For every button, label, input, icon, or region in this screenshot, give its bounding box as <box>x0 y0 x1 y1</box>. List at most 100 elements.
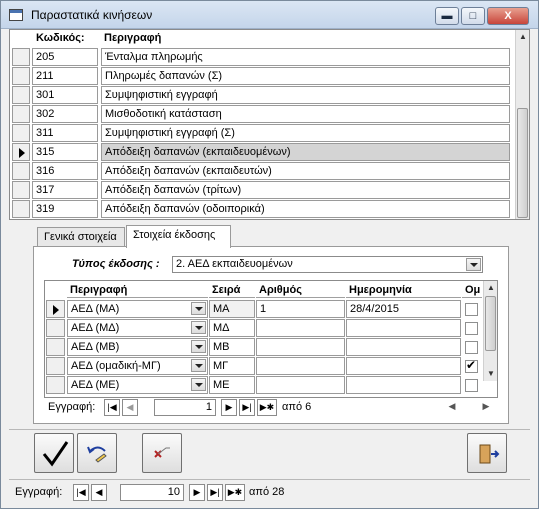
next-record-icon[interactable]: ▶ <box>189 484 205 501</box>
group-checkbox[interactable] <box>465 358 478 373</box>
series-description-select[interactable]: ΑΕΔ (ΜΑ) <box>67 300 208 318</box>
main-record-input[interactable]: 10 <box>120 484 184 501</box>
code-cell[interactable]: 211 <box>32 67 98 85</box>
chevron-down-icon[interactable] <box>191 378 206 391</box>
row-selector[interactable] <box>12 48 30 66</box>
subform-row[interactable]: ΑΕΔ (ΜΔ) ΜΔ <box>45 319 485 338</box>
list-row[interactable]: 311 Συμψηφιστική εγγραφή (Σ) <box>10 124 515 143</box>
description-cell[interactable]: Συμψηφιστική εγγραφή (Σ) <box>101 124 510 142</box>
row-selector[interactable] <box>12 105 30 123</box>
series-cell[interactable]: ΜΓ <box>209 357 255 375</box>
chevron-down-icon[interactable] <box>191 321 206 334</box>
subform-scrollbar[interactable]: ▲ ▼ <box>483 281 497 381</box>
group-checkbox[interactable] <box>465 379 478 392</box>
code-cell[interactable]: 315 <box>32 143 98 161</box>
new-record-icon[interactable]: ▶✱ <box>257 399 277 416</box>
series-cell[interactable]: ΜΒ <box>209 338 255 356</box>
previous-record-icon[interactable]: ◀ <box>91 484 107 501</box>
previous-record-icon[interactable]: ◀ <box>122 399 138 416</box>
series-description-select[interactable]: ΑΕΔ (ΜΒ) <box>67 338 208 356</box>
scroll-thumb[interactable] <box>517 108 528 218</box>
row-selector[interactable] <box>46 338 65 356</box>
row-selector[interactable] <box>46 300 65 318</box>
save-button[interactable] <box>34 433 74 473</box>
scroll-right-icon[interactable]: ▶ <box>478 399 494 416</box>
row-selector[interactable] <box>12 162 30 180</box>
number-cell[interactable] <box>256 338 345 356</box>
chevron-down-icon[interactable] <box>466 258 481 271</box>
series-cell[interactable]: ΜΔ <box>209 319 255 337</box>
next-record-icon[interactable]: ▶ <box>221 399 237 416</box>
series-cell[interactable]: ΜΕ <box>209 376 255 394</box>
maximize-button[interactable]: □ <box>461 7 485 25</box>
list-row[interactable]: 319 Απόδειξη δαπανών (οδοιπορικά) <box>10 200 515 219</box>
date-cell[interactable] <box>346 338 461 356</box>
number-cell[interactable] <box>256 357 345 375</box>
exit-button[interactable] <box>467 433 507 473</box>
scroll-down-icon[interactable]: ▼ <box>484 367 497 381</box>
row-selector[interactable] <box>46 376 65 394</box>
subform-row[interactable]: ΑΕΔ (ΜΑ) ΜΑ 1 28/4/2015 <box>45 300 485 319</box>
row-selector[interactable] <box>12 200 30 218</box>
code-cell[interactable]: 301 <box>32 86 98 104</box>
row-selector[interactable] <box>12 86 30 104</box>
chevron-down-icon[interactable] <box>191 302 206 315</box>
description-cell[interactable]: Απόδειξη δαπανών (εκπαιδευτών) <box>101 162 510 180</box>
list-row[interactable]: 302 Μισθοδοτική κατάσταση <box>10 105 515 124</box>
code-cell[interactable]: 319 <box>32 200 98 218</box>
series-description-select[interactable]: ΑΕΔ (ΜΕ) <box>67 376 208 394</box>
description-cell[interactable]: Απόδειξη δαπανών (οδοιπορικά) <box>101 200 510 218</box>
tab-issue-details[interactable]: Στοιχεία έκδοσης <box>126 225 231 248</box>
issue-type-select[interactable]: 2. ΑΕΔ εκπαιδευομένων <box>172 256 483 273</box>
list-row[interactable]: 301 Συμψηφιστική εγγραφή <box>10 86 515 105</box>
date-cell[interactable] <box>346 357 461 375</box>
description-cell[interactable]: Απόδειξη δαπανών (εκπαιδευομένων) <box>101 143 510 161</box>
number-cell[interactable] <box>256 376 345 394</box>
subform-row[interactable]: ΑΕΔ (ομαδική-ΜΓ) ΜΓ <box>45 357 485 376</box>
series-cell[interactable]: ΜΑ <box>209 300 255 318</box>
row-selector[interactable] <box>12 143 30 161</box>
scroll-up-icon[interactable]: ▲ <box>516 30 529 44</box>
series-description-select[interactable]: ΑΕΔ (ομαδική-ΜΓ) <box>67 357 208 375</box>
first-record-icon[interactable]: |◀ <box>73 484 89 501</box>
subform-row[interactable]: ΑΕΔ (ΜΕ) ΜΕ <box>45 376 485 395</box>
date-cell[interactable]: 28/4/2015 <box>346 300 461 318</box>
last-record-icon[interactable]: ▶| <box>239 399 255 416</box>
row-selector[interactable] <box>12 67 30 85</box>
scroll-thumb[interactable] <box>485 296 496 351</box>
scroll-left-icon[interactable]: ◀ <box>444 399 460 416</box>
description-cell[interactable]: Απόδειξη δαπανών (τρίτων) <box>101 181 510 199</box>
delete-button[interactable] <box>142 433 182 473</box>
subform-row[interactable]: ΑΕΔ (ΜΒ) ΜΒ <box>45 338 485 357</box>
date-cell[interactable] <box>346 319 461 337</box>
list-row[interactable]: 205 Ένταλμα πληρωμής <box>10 48 515 67</box>
chevron-down-icon[interactable] <box>191 340 206 353</box>
list-row[interactable]: 211 Πληρωμές δαπανών (Σ) <box>10 67 515 86</box>
tab-general[interactable]: Γενικά στοιχεία <box>37 227 125 247</box>
group-checkbox[interactable] <box>465 341 478 354</box>
code-cell[interactable]: 311 <box>32 124 98 142</box>
code-cell[interactable]: 205 <box>32 48 98 66</box>
date-cell[interactable] <box>346 376 461 394</box>
subform-record-input[interactable]: 1 <box>154 399 216 416</box>
group-checkbox[interactable] <box>465 303 478 316</box>
scroll-up-icon[interactable]: ▲ <box>484 281 497 295</box>
group-checkbox[interactable] <box>465 322 478 335</box>
list-row[interactable]: 316 Απόδειξη δαπανών (εκπαιδευτών) <box>10 162 515 181</box>
code-cell[interactable]: 317 <box>32 181 98 199</box>
code-cell[interactable]: 316 <box>32 162 98 180</box>
number-cell[interactable]: 1 <box>256 300 345 318</box>
description-cell[interactable]: Ένταλμα πληρωμής <box>101 48 510 66</box>
last-record-icon[interactable]: ▶| <box>207 484 223 501</box>
description-cell[interactable]: Πληρωμές δαπανών (Σ) <box>101 67 510 85</box>
row-selector[interactable] <box>12 124 30 142</box>
row-selector[interactable] <box>46 319 65 337</box>
row-selector[interactable] <box>12 181 30 199</box>
list-row[interactable]: 315 Απόδειξη δαπανών (εκπαιδευομένων) <box>10 143 515 162</box>
row-selector[interactable] <box>46 357 65 375</box>
chevron-down-icon[interactable] <box>191 359 206 372</box>
close-button[interactable]: X <box>487 7 529 25</box>
list-row[interactable]: 317 Απόδειξη δαπανών (τρίτων) <box>10 181 515 200</box>
number-cell[interactable] <box>256 319 345 337</box>
code-cell[interactable]: 302 <box>32 105 98 123</box>
